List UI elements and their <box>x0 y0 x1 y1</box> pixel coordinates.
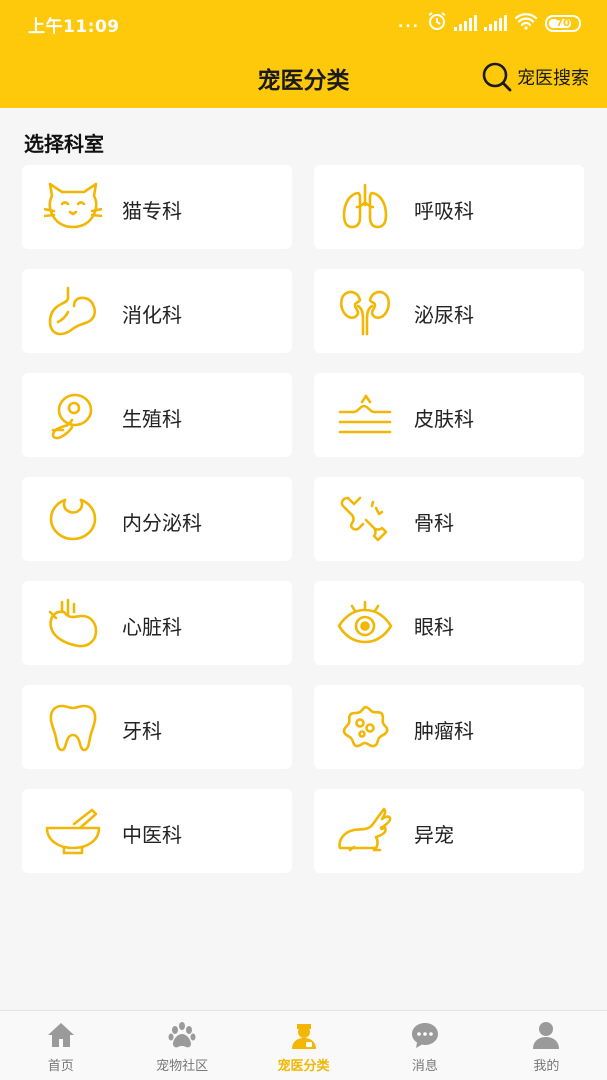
search-icon <box>482 62 512 92</box>
department-card-endocrine[interactable]: 内分泌科 <box>22 477 292 561</box>
department-card-cat[interactable]: 猫专科 <box>22 165 292 249</box>
status-icons: ... 70 <box>398 11 581 36</box>
tab-label: 宠医分类 <box>277 1059 330 1074</box>
department-card-digestive[interactable]: 消化科 <box>22 269 292 353</box>
department-label: 肿瘤科 <box>414 719 474 743</box>
department-card-reproductive[interactable]: 生殖科 <box>22 373 292 457</box>
mortar-icon <box>44 806 102 856</box>
tab-label: 我的 <box>533 1059 560 1074</box>
skin-icon <box>336 390 394 440</box>
status-time: 上午11:09 <box>28 17 120 37</box>
department-label: 泌尿科 <box>414 303 474 327</box>
bottom-tab-bar: 首页 宠物社区 宠医分类 消息 我的 <box>0 1010 607 1080</box>
tab-messages[interactable]: 消息 <box>364 1011 485 1080</box>
home-icon <box>47 1023 74 1047</box>
tab-mine[interactable]: 我的 <box>486 1011 607 1080</box>
department-card-exotic[interactable]: 异宠 <box>314 789 584 873</box>
doctor-icon <box>291 1024 316 1049</box>
tab-pet-doctor-category[interactable]: 宠医分类 <box>243 1011 364 1080</box>
department-card-dental[interactable]: 牙科 <box>22 685 292 769</box>
chat-bubble-icon <box>411 1023 438 1048</box>
department-card-oncology[interactable]: 肿瘤科 <box>314 685 584 769</box>
tooth-icon <box>44 702 102 752</box>
department-label: 眼科 <box>414 615 454 639</box>
department-card-dermatology[interactable]: 皮肤科 <box>314 373 584 457</box>
battery-icon: 70 <box>545 14 581 32</box>
stomach-icon <box>44 286 102 336</box>
person-icon <box>533 1022 560 1049</box>
tab-label: 首页 <box>47 1059 74 1074</box>
department-card-respiratory[interactable]: 呼吸科 <box>314 165 584 249</box>
signal-icon <box>484 15 507 31</box>
endocrine-icon <box>44 494 102 544</box>
department-grid: 猫专科 呼吸科 消化科 泌尿科 生殖科 皮肤科 内分泌科 骨科 心脏科 眼科 牙… <box>22 165 586 873</box>
alarm-icon <box>427 11 447 36</box>
cat-icon <box>42 182 104 232</box>
department-card-urology[interactable]: 泌尿科 <box>314 269 584 353</box>
title-bar: 宠医分类 宠医搜索 <box>0 52 607 102</box>
department-label: 中医科 <box>122 823 182 847</box>
status-bar: 上午11:09 ... 70 <box>0 0 607 44</box>
section-title: 选择科室 <box>24 132 104 156</box>
search-button[interactable]: 宠医搜索 <box>481 60 589 94</box>
reproductive-icon <box>44 390 102 440</box>
department-label: 异宠 <box>414 823 454 847</box>
department-label: 消化科 <box>122 303 182 327</box>
more-dots: ... <box>398 15 420 31</box>
department-label: 猫专科 <box>122 199 182 223</box>
department-card-tcm[interactable]: 中医科 <box>22 789 292 873</box>
kidney-icon <box>336 286 394 336</box>
bone-icon <box>336 494 394 544</box>
department-label: 生殖科 <box>122 407 182 431</box>
rabbit-icon <box>336 806 394 856</box>
department-label: 心脏科 <box>122 615 182 639</box>
paw-icon <box>168 1022 196 1048</box>
search-label: 宠医搜索 <box>517 68 589 89</box>
eye-icon <box>336 598 394 648</box>
tab-label: 消息 <box>411 1059 438 1074</box>
department-label: 呼吸科 <box>414 199 474 223</box>
lungs-icon <box>336 182 394 232</box>
header: 上午11:09 ... 70 宠医分类 宠医搜索 <box>0 0 607 108</box>
tab-home[interactable]: 首页 <box>0 1011 121 1080</box>
signal-icon <box>454 15 477 31</box>
battery-level: 70 <box>556 17 570 29</box>
department-label: 皮肤科 <box>414 407 474 431</box>
tumor-icon <box>336 702 394 752</box>
department-label: 内分泌科 <box>122 511 202 535</box>
department-card-cardiology[interactable]: 心脏科 <box>22 581 292 665</box>
heart-icon <box>44 598 102 648</box>
wifi-icon <box>514 12 538 35</box>
tab-pet-community[interactable]: 宠物社区 <box>121 1011 242 1080</box>
department-card-ophthalmology[interactable]: 眼科 <box>314 581 584 665</box>
department-label: 骨科 <box>414 511 454 535</box>
department-card-orthopedics[interactable]: 骨科 <box>314 477 584 561</box>
tab-label: 宠物社区 <box>156 1059 209 1074</box>
department-label: 牙科 <box>122 719 162 743</box>
